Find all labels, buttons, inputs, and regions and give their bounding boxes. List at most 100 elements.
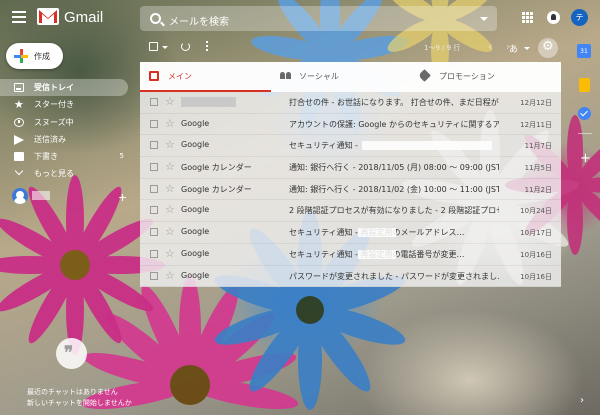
sidebar-item-label: 下書き xyxy=(34,152,58,162)
tab-label: プロモーション xyxy=(439,72,495,81)
tab-primary[interactable]: メイン xyxy=(140,62,271,92)
prev-page-icon[interactable]: ‹ xyxy=(488,40,492,53)
start-chat-link[interactable]: 新しいチャットを開始しませんか xyxy=(27,398,132,408)
sidebar-item-starred[interactable]: ★ スター付き xyxy=(0,96,128,113)
row-checkbox[interactable] xyxy=(150,163,158,172)
sidebar-item-inbox[interactable]: 受信トレイ xyxy=(0,79,128,97)
keep-icon[interactable] xyxy=(579,78,590,92)
input-tools-button[interactable]: あ xyxy=(509,42,518,55)
sidebar-item-sent[interactable]: 送信済み xyxy=(0,131,128,148)
star-outline-icon[interactable]: ☆ xyxy=(165,96,175,107)
input-tools-caret-icon[interactable] xyxy=(524,47,530,50)
star-outline-icon[interactable]: ☆ xyxy=(165,183,175,194)
clock-icon xyxy=(14,117,24,127)
mail-list-panel: メイン ソーシャル プロモーション ☆ 打合せの件 - お世話になります。 打合… xyxy=(140,62,561,288)
compose-plus-icon xyxy=(14,49,28,63)
email-row[interactable]: ☆ Google 2 段階認証プロセスが有効になりました - 2 段階認証プロセ… xyxy=(140,200,561,223)
collapse-panel-icon[interactable]: › xyxy=(580,395,584,406)
tab-label: メイン xyxy=(168,72,192,81)
inbox-icon xyxy=(14,83,24,92)
app-name[interactable]: Gmail xyxy=(64,9,103,26)
email-date: 11月2日 xyxy=(524,185,552,194)
calendar-icon[interactable]: 31 xyxy=(577,44,591,58)
select-options-caret-icon[interactable] xyxy=(162,46,168,49)
star-outline-icon[interactable]: ☆ xyxy=(165,161,175,172)
search-icon[interactable] xyxy=(150,13,161,24)
settings-gear-icon[interactable]: ⚙ xyxy=(538,38,558,58)
compose-label: 作成 xyxy=(34,52,50,61)
email-date: 10月16日 xyxy=(520,250,552,259)
email-row[interactable]: ☆ Google セキュリティ通知 - 再設定用の電話番号が変更… 10月16日 xyxy=(140,244,561,266)
star-outline-icon[interactable]: ☆ xyxy=(165,270,175,281)
google-apps-icon[interactable] xyxy=(522,12,533,23)
email-sender: Google xyxy=(181,248,210,258)
star-icon: ★ xyxy=(14,98,24,112)
email-date: 10月17日 xyxy=(520,229,552,238)
email-sender: Google xyxy=(181,270,210,280)
email-row[interactable]: ☆ Google セキュリティ通知 - 再設定用のメールアドレス… 10月17日 xyxy=(140,222,561,244)
notifications-icon[interactable] xyxy=(547,11,560,24)
row-checkbox[interactable] xyxy=(150,141,158,150)
star-outline-icon[interactable]: ☆ xyxy=(165,226,175,237)
star-outline-icon[interactable]: ☆ xyxy=(165,248,175,259)
account-avatar[interactable]: テ xyxy=(571,9,588,26)
send-icon xyxy=(14,134,24,145)
email-sender: Google カレンダー xyxy=(181,184,252,194)
side-panel: 31 + › xyxy=(570,38,600,415)
new-chat-plus-icon[interactable]: + xyxy=(118,191,127,204)
sidebar-item-label: 送信済み xyxy=(34,134,66,144)
tab-promotions[interactable]: プロモーション xyxy=(411,62,561,92)
sidebar-item-drafts[interactable]: 下書き 5 xyxy=(0,148,128,165)
email-sender: Google xyxy=(181,227,210,237)
refresh-icon[interactable] xyxy=(181,42,190,51)
email-subject: アカウントの保護: Google からのセキュリティに関するア… xyxy=(289,119,499,129)
side-panel-divider xyxy=(578,133,592,134)
select-all-checkbox[interactable] xyxy=(149,42,158,51)
sidebar-item-label: 受信トレイ xyxy=(34,83,74,92)
get-addons-plus-icon[interactable]: + xyxy=(580,151,591,166)
email-row[interactable]: ☆ Google アカウントの保護: Google からのセキュリティに関するア… xyxy=(140,114,561,136)
search-bar[interactable]: メールを検索 xyxy=(140,6,497,31)
tasks-icon[interactable] xyxy=(578,107,591,120)
email-row[interactable]: ☆ Google パスワードが変更されました - パスワードが変更されまし… 1… xyxy=(140,266,561,288)
email-sender: Google xyxy=(181,140,210,150)
row-checkbox[interactable] xyxy=(150,249,158,258)
search-options-caret-icon[interactable] xyxy=(480,17,488,21)
sidebar-item-label: もっと見る xyxy=(34,169,74,179)
star-outline-icon[interactable]: ☆ xyxy=(165,118,175,129)
star-outline-icon[interactable]: ☆ xyxy=(165,204,175,215)
search-input[interactable]: メールを検索 xyxy=(169,13,229,28)
email-sender-redacted xyxy=(181,97,236,107)
row-checkbox[interactable] xyxy=(150,271,158,280)
tag-icon xyxy=(418,69,431,82)
email-row[interactable]: ☆ Google カレンダー 通知: 銀行へ行く - 2018/11/05 (月… xyxy=(140,157,561,179)
main-menu-icon[interactable] xyxy=(12,11,26,23)
row-checkbox[interactable] xyxy=(150,184,158,193)
email-subject: 打合せの件 - お世話になります。 打合せの件、まだ日程が… xyxy=(289,98,499,107)
tab-social[interactable]: ソーシャル xyxy=(271,62,411,92)
sidebar-nav: 受信トレイ ★ スター付き スヌーズ中 送信済み 下書き 5 もっと見る xyxy=(0,79,130,183)
sidebar-item-more[interactable]: もっと見る xyxy=(0,165,128,182)
email-list: ☆ 打合せの件 - お世話になります。 打合せの件、まだ日程が… 12月12日 … xyxy=(140,92,561,288)
sidebar-item-snoozed[interactable]: スヌーズ中 xyxy=(0,114,128,131)
email-date: 10月24日 xyxy=(520,207,552,216)
hangouts-avatar[interactable] xyxy=(12,188,28,204)
email-row[interactable]: ☆ Google セキュリティ通知 - 11月7日 xyxy=(140,135,561,158)
email-row[interactable]: ☆ 打合せの件 - お世話になります。 打合せの件、まだ日程が… 12月12日 xyxy=(140,92,561,114)
chat-empty-message: 最近のチャットはありません xyxy=(27,388,118,396)
more-options-icon[interactable] xyxy=(206,41,209,53)
hangouts-user-name-redacted[interactable] xyxy=(32,191,50,200)
gmail-logo-icon[interactable] xyxy=(37,8,59,25)
row-checkbox[interactable] xyxy=(150,98,158,106)
star-outline-icon[interactable]: ☆ xyxy=(165,139,175,150)
draft-icon xyxy=(14,152,24,162)
row-checkbox[interactable] xyxy=(150,206,158,215)
top-header: Gmail メールを検索 テ xyxy=(0,0,600,37)
category-tabs: メイン ソーシャル プロモーション xyxy=(140,62,561,92)
row-checkbox[interactable] xyxy=(150,119,158,128)
compose-button[interactable]: 作成 xyxy=(6,43,63,69)
email-row[interactable]: ☆ Google カレンダー 通知: 銀行へ行く - 2018/11/02 (金… xyxy=(140,179,561,201)
chat-quote-icon: ❞ xyxy=(56,338,87,369)
redaction-mask xyxy=(358,249,396,259)
row-checkbox[interactable] xyxy=(150,228,158,237)
